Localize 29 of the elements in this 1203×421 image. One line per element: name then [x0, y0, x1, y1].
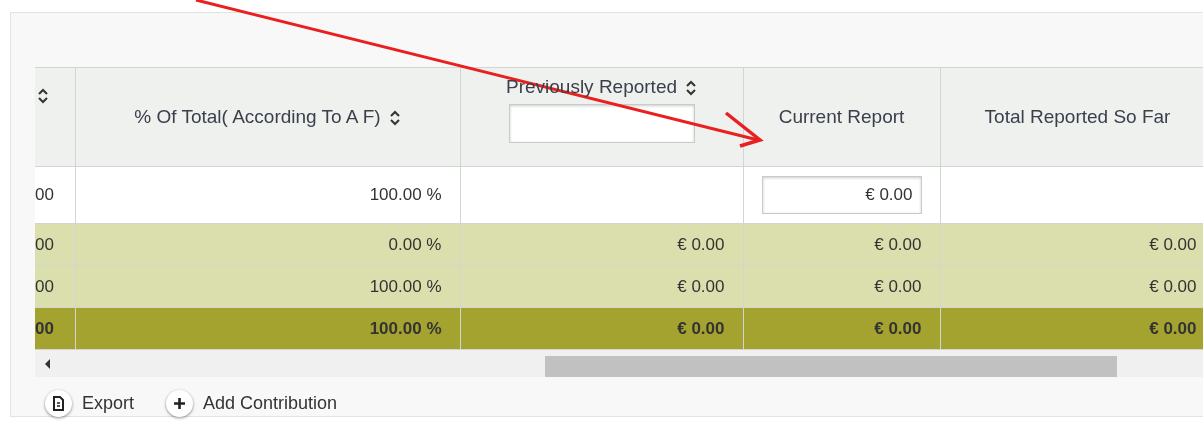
table-cell: 00	[35, 223, 75, 266]
table-cell: € 0.00	[743, 265, 940, 308]
column-header[interactable]: % Of Total( According To A F)	[75, 67, 460, 167]
table-cell: 100.00 %	[75, 265, 460, 308]
sort-icon[interactable]	[388, 110, 401, 126]
action-button[interactable]: Export	[45, 390, 135, 417]
table-cell: € 0.00	[940, 307, 1203, 350]
scrollbar-thumb[interactable]	[545, 356, 1117, 377]
sort-icon[interactable]	[685, 80, 698, 96]
table-cell: 00	[35, 265, 75, 308]
amount-input-field[interactable]: € 0.00	[761, 176, 922, 214]
table-cell: 00	[35, 166, 75, 224]
action-button[interactable]: Add Contribution	[166, 390, 338, 417]
table-cell: € 0.00	[460, 223, 743, 266]
table-cell: 100.00 %	[75, 307, 460, 350]
filter-field[interactable]	[508, 104, 695, 143]
table-cell: € 0.00	[940, 223, 1203, 266]
sort-icon[interactable]	[37, 88, 49, 104]
table-cell: 0.00 %	[75, 223, 460, 266]
table-cell: € 0.00	[743, 223, 940, 266]
table-cell: € 0.00	[940, 265, 1203, 308]
table-cell: 100.00 %	[75, 166, 460, 224]
table-cell: € 0.00	[743, 307, 940, 350]
table-cell: € 0.00	[460, 265, 743, 308]
table-cell: 00	[35, 307, 75, 350]
column-header: Total Reported So Far	[940, 67, 1203, 167]
table-cell: € 0.00	[460, 307, 743, 350]
column-header: Current Report	[743, 67, 940, 167]
scroll-left-icon[interactable]	[45, 358, 50, 369]
